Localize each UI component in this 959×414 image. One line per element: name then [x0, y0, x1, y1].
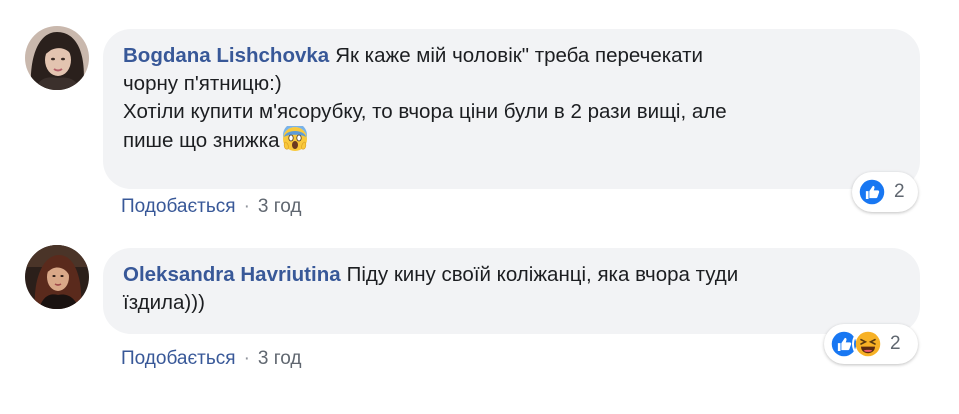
comment-text-line: Хотіли купити м'ясорубку, то вчора ціни …: [123, 100, 727, 123]
avatar[interactable]: [25, 245, 89, 309]
haha-reaction-icon: [852, 328, 884, 360]
meta-separator: ·: [243, 196, 250, 217]
reaction-count: 2: [894, 181, 905, 202]
comment-text-line: чорну п'ятницю:): [123, 72, 282, 95]
comment-timestamp[interactable]: 3 год: [258, 348, 302, 370]
comment-author[interactable]: Oleksandra Havriutina: [123, 263, 341, 286]
face-screaming-icon: [282, 126, 307, 151]
comment-text-line: Як каже мій чоловік" треба перечекати: [335, 44, 703, 67]
comment-bubble: Bogdana Lishchovka Як каже мій чоловік" т…: [103, 29, 920, 189]
meta-separator: ·: [243, 348, 250, 369]
like-link[interactable]: Подобається: [121, 196, 236, 218]
comment-meta: Подобається · 3 год: [121, 196, 302, 218]
avatar[interactable]: [25, 26, 89, 90]
comment-text-line: Піду кину своїй коліжанці, яка вчора туд…: [346, 263, 739, 286]
reactions-summary[interactable]: 2: [824, 324, 918, 364]
like-reaction-icon: [856, 176, 888, 208]
comment-text-line: їздила))): [123, 291, 205, 314]
avatar-photo-icon: [25, 245, 89, 309]
reaction-count: 2: [890, 333, 901, 354]
comment-author[interactable]: Bogdana Lishchovka: [123, 44, 329, 67]
avatar-photo-icon: [25, 26, 89, 90]
comment-text-line: пише що знижка: [123, 129, 280, 152]
comment-timestamp[interactable]: 3 год: [258, 196, 302, 218]
reactions-summary[interactable]: 2: [852, 172, 918, 212]
comment-bubble: Oleksandra Havriutina Піду кину своїй кол…: [103, 248, 920, 334]
comment-meta: Подобається · 3 год: [121, 348, 302, 370]
like-link[interactable]: Подобається: [121, 348, 236, 370]
